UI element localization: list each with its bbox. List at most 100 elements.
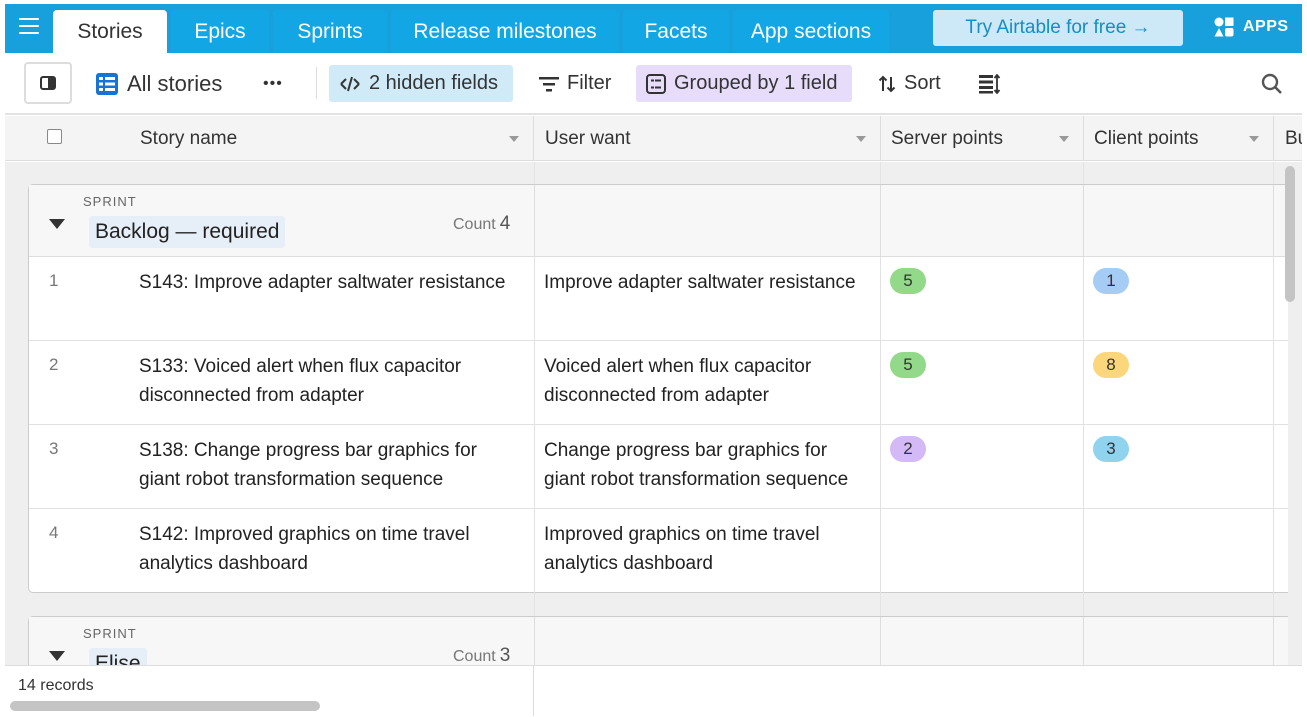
footer-divider	[533, 666, 534, 716]
group-count-value: 3	[499, 645, 511, 665]
column-header-truncated[interactable]: Bu	[1275, 116, 1302, 161]
points-badge: 2	[890, 436, 926, 462]
group-count-value: 4	[499, 213, 511, 234]
client-points-cell[interactable]: 1	[1084, 257, 1274, 341]
tab-app-sections[interactable]: App sections	[733, 10, 889, 53]
record-group: SPRINT Backlog — required Count 4 1 S143:…	[28, 184, 1288, 593]
column-divider	[534, 185, 535, 256]
sidebar-icon	[40, 76, 56, 90]
view-switcher[interactable]: All stories	[85, 65, 232, 102]
sidebar-toggle-button[interactable]	[24, 62, 72, 104]
points-badge: 3	[1093, 436, 1129, 462]
sort-button[interactable]: Sort	[868, 65, 951, 102]
group-header[interactable]: SPRINT Elise Count 3	[29, 617, 1288, 665]
toolbar-divider	[316, 67, 317, 99]
grid-footer: 14 records	[5, 665, 1302, 716]
apps-label: APPS	[1243, 18, 1289, 35]
chevron-down-icon[interactable]	[1249, 136, 1259, 142]
grid-header: Story name User want Server points Clien…	[5, 116, 1302, 161]
vertical-scrollbar[interactable]	[1285, 166, 1295, 302]
story-name-cell[interactable]: S143: Improve adapter saltwater resistan…	[139, 257, 535, 341]
user-want-cell[interactable]: Voiced alert when flux capacitor disconn…	[535, 341, 881, 425]
collapse-triangle-icon[interactable]	[49, 651, 65, 661]
try-airtable-button[interactable]: Try Airtable for free →	[933, 10, 1183, 46]
column-header-client-points[interactable]: Client points	[1084, 116, 1274, 161]
menu-icon[interactable]	[19, 18, 39, 36]
client-points-cell[interactable]: 8	[1084, 341, 1274, 425]
tab-release-milestones[interactable]: Release milestones	[391, 10, 619, 53]
group-label: Grouped by 1 field	[674, 72, 838, 94]
table-row[interactable]: 4 S142: Improved graphics on time travel…	[29, 509, 1288, 593]
apps-icon	[1214, 17, 1234, 37]
top-tab-bar: Stories Epics Sprints Release milestones…	[5, 4, 1302, 53]
story-name-cell[interactable]: S138: Change progress bar graphics for g…	[139, 425, 535, 509]
column-label: Story name	[140, 127, 238, 149]
user-want-cell[interactable]: Improve adapter saltwater resistance	[535, 257, 881, 341]
filter-label: Filter	[567, 72, 612, 94]
client-points-cell[interactable]	[1084, 509, 1274, 593]
apps-button[interactable]: APPS	[1213, 16, 1289, 38]
filter-button[interactable]: Filter	[529, 65, 621, 102]
row-number: 4	[49, 523, 59, 542]
sort-icon	[878, 75, 896, 92]
group-count-label: Count	[453, 648, 496, 665]
tab-sprints[interactable]: Sprints	[273, 10, 387, 53]
view-name: All stories	[127, 70, 223, 96]
points-badge: 8	[1093, 352, 1129, 378]
group-count-label: Count	[453, 216, 496, 233]
column-label: User want	[545, 127, 631, 149]
chevron-down-icon[interactable]	[1059, 136, 1069, 142]
group-header[interactable]: SPRINT Backlog — required Count 4	[29, 185, 1288, 257]
tab-epics[interactable]: Epics	[171, 10, 269, 53]
column-header-user-want[interactable]: User want	[535, 116, 881, 161]
group-count: Count 4	[453, 213, 510, 235]
points-badge: 5	[890, 268, 926, 294]
tab-stories[interactable]: Stories	[53, 10, 167, 53]
column-divider	[1083, 185, 1084, 256]
record-count: 14 records	[18, 677, 94, 694]
group-field-label: SPRINT	[83, 626, 137, 641]
column-divider	[1273, 185, 1274, 256]
row-height-button[interactable]	[969, 65, 1011, 102]
horizontal-scrollbar[interactable]	[10, 701, 320, 711]
search-button[interactable]	[1251, 65, 1293, 102]
grid-body: SPRINT Backlog — required Count 4 1 S143:…	[5, 162, 1302, 665]
select-all-checkbox[interactable]	[47, 129, 62, 144]
column-divider	[880, 617, 881, 665]
table-row[interactable]: 1 S143: Improve adapter saltwater resist…	[29, 257, 1288, 341]
column-label: Server points	[891, 127, 1003, 149]
server-points-cell[interactable]: 5	[881, 341, 1084, 425]
group-button[interactable]: Grouped by 1 field	[636, 65, 852, 102]
server-points-cell[interactable]	[881, 509, 1084, 593]
record-group: SPRINT Elise Count 3	[28, 616, 1288, 665]
group-field-label: SPRINT	[83, 194, 137, 209]
user-want-cell[interactable]: Improved graphics on time travel analyti…	[535, 509, 881, 593]
column-header-server-points[interactable]: Server points	[881, 116, 1084, 161]
server-points-cell[interactable]: 5	[881, 257, 1084, 341]
row-number: 2	[49, 355, 59, 374]
group-value: Elise	[89, 648, 147, 665]
view-more-button[interactable]: •••	[253, 65, 293, 102]
group-count: Count 3	[453, 645, 510, 665]
table-row[interactable]: 3 S138: Change progress bar graphics for…	[29, 425, 1288, 509]
row-number: 3	[49, 439, 59, 458]
column-divider	[1083, 617, 1084, 665]
view-toolbar: All stories ••• 2 hidden fields Filter G…	[5, 53, 1302, 115]
chevron-down-icon[interactable]	[509, 136, 519, 142]
column-label: Client points	[1094, 127, 1199, 149]
table-row[interactable]: 2 S133: Voiced alert when flux capacitor…	[29, 341, 1288, 425]
user-want-cell[interactable]: Change progress bar graphics for giant r…	[535, 425, 881, 509]
tab-facets[interactable]: Facets	[623, 10, 729, 53]
group-icon	[646, 73, 666, 94]
story-name-cell[interactable]: S133: Voiced alert when flux capacitor d…	[139, 341, 535, 425]
collapse-triangle-icon[interactable]	[49, 219, 65, 229]
column-divider	[534, 617, 535, 665]
server-points-cell[interactable]: 2	[881, 425, 1084, 509]
row-height-icon	[979, 73, 1001, 94]
story-name-cell[interactable]: S142: Improved graphics on time travel a…	[139, 509, 535, 593]
hidden-fields-button[interactable]: 2 hidden fields	[329, 65, 513, 102]
column-divider	[1273, 617, 1274, 665]
column-header-story-name[interactable]: Story name	[130, 116, 534, 161]
chevron-down-icon[interactable]	[856, 136, 866, 142]
client-points-cell[interactable]: 3	[1084, 425, 1274, 509]
